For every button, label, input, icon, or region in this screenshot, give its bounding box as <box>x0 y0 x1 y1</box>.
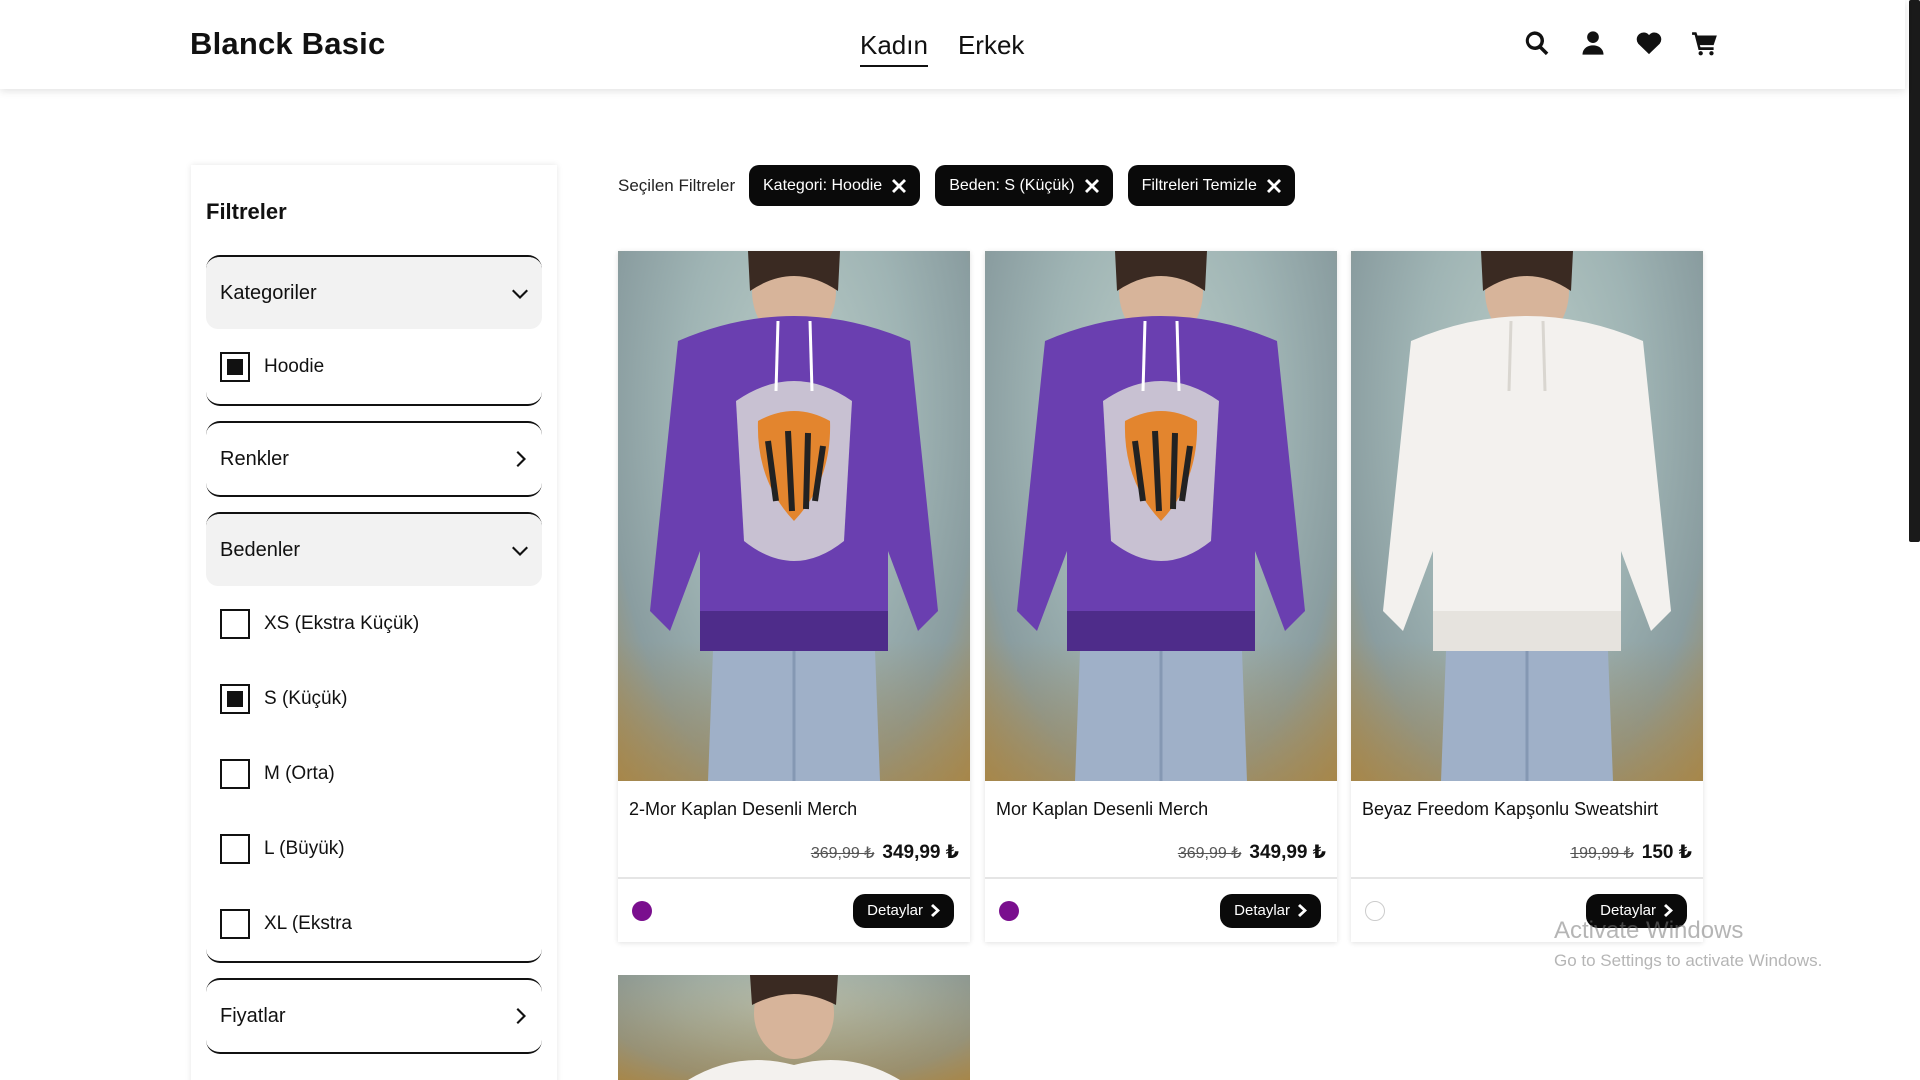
product-prices: 369,99 ₺ 349,99 ₺ <box>985 829 1337 877</box>
option-label: L (Büyük) <box>264 837 345 859</box>
close-icon[interactable] <box>1266 178 1281 193</box>
product-name[interactable]: Mor Kaplan Desenli Merch <box>985 781 1337 829</box>
chevron-down-icon <box>512 542 528 558</box>
header-actions <box>1522 28 1720 58</box>
details-button[interactable]: Detaylar <box>1220 893 1321 928</box>
watermark-subtitle: Go to Settings to activate Windows. <box>1554 951 1823 970</box>
product-card[interactable]: 2-Mor Kaplan Desenli Merch 369,99 ₺ 349,… <box>618 251 970 942</box>
option-size-m: M (Orta) <box>206 736 542 811</box>
categories-label: Kategoriler <box>220 281 317 304</box>
details-button[interactable]: Detaylar <box>853 893 954 928</box>
checkbox-hoodie[interactable] <box>220 351 250 382</box>
filter-sidebar: Filtreler Kategoriler Hoodie Renkler Bed… <box>191 165 557 1080</box>
cart-icon[interactable] <box>1690 28 1720 58</box>
product-image[interactable] <box>618 975 970 1080</box>
checkbox-size-s[interactable] <box>220 683 250 714</box>
option-label: XS (Ekstra Küçük) <box>264 612 420 634</box>
product-prices: 369,99 ₺ 349,99 ₺ <box>618 829 970 877</box>
old-price: 369,99 ₺ <box>810 845 875 862</box>
sizes-label: Bedenler <box>220 538 301 561</box>
chip-size-s[interactable]: Beden: S (Küçük) <box>935 165 1113 206</box>
product-name[interactable]: Beyaz Freedom Kapşonlu Sweatshirt <box>1351 781 1703 829</box>
chevron-right-icon <box>931 904 940 917</box>
details-button-label: Detaylar <box>867 902 923 919</box>
chip-label: Beden: S (Küçük) <box>949 176 1075 194</box>
option-size-l: L (Büyük) <box>206 811 542 886</box>
filter-group-sizes: Bedenler XS (Ekstra Küçük) S (Küçük) M (… <box>206 512 542 963</box>
colors-toggle[interactable]: Renkler <box>206 423 542 495</box>
chip-label: Filtreleri Temizle <box>1141 176 1257 194</box>
site-header: Blanck Basic Kadın Erkek <box>0 0 1905 89</box>
option-label: Hoodie <box>264 355 325 377</box>
checkbox-size-xl[interactable] <box>220 908 250 939</box>
windows-activation-watermark: Activate Windows Go to Settings to activ… <box>1554 917 1822 971</box>
page-scrollbar[interactable] <box>1905 0 1920 1080</box>
user-icon[interactable] <box>1578 28 1608 58</box>
current-price: 349,99 ₺ <box>882 842 959 863</box>
main-nav: Kadın Erkek <box>860 30 1024 67</box>
categories-toggle[interactable]: Kategoriler <box>206 257 542 329</box>
color-swatch[interactable] <box>1365 900 1385 921</box>
product-footer: Detaylar <box>985 877 1337 942</box>
checkbox-size-m[interactable] <box>220 758 250 789</box>
close-icon[interactable] <box>892 178 907 193</box>
search-icon[interactable] <box>1522 28 1552 58</box>
site-logo[interactable]: Blanck Basic <box>190 26 385 62</box>
option-size-xs: XS (Ekstra Küçük) <box>206 586 542 661</box>
checkbox-size-xs[interactable] <box>220 608 250 639</box>
product-image[interactable] <box>618 251 970 781</box>
filter-group-colors: Renkler <box>206 421 542 497</box>
colors-label: Renkler <box>220 447 289 470</box>
chevron-right-icon <box>512 451 528 467</box>
filter-group-prices: Fiyatlar <box>206 978 542 1054</box>
option-label: M (Orta) <box>264 762 335 784</box>
product-card[interactable]: Mor Kaplan Desenli Merch 369,99 ₺ 349,99… <box>985 251 1337 942</box>
option-label: XL (Ekstra <box>264 912 352 934</box>
product-card[interactable] <box>618 975 970 1080</box>
chevron-right-icon <box>1664 904 1673 917</box>
product-footer: Detaylar <box>618 877 970 942</box>
nav-link-erkek[interactable]: Erkek <box>958 30 1024 67</box>
option-size-xl: XL (Ekstra <box>206 886 542 961</box>
product-prices: 199,99 ₺ 150 ₺ <box>1351 829 1703 877</box>
details-button-label: Detaylar <box>1234 902 1290 919</box>
nav-link-kadin[interactable]: Kadın <box>860 30 928 67</box>
product-image[interactable] <box>985 251 1337 781</box>
color-swatch[interactable] <box>632 900 652 921</box>
chip-clear-filters[interactable]: Filtreleri Temizle <box>1127 165 1295 206</box>
current-price: 150 ₺ <box>1641 842 1692 863</box>
sizes-toggle[interactable]: Bedenler <box>206 514 542 586</box>
chevron-down-icon <box>512 285 528 301</box>
chevron-right-icon <box>1298 904 1307 917</box>
prices-label: Fiyatlar <box>220 1004 286 1027</box>
close-icon[interactable] <box>1084 178 1099 193</box>
checkbox-size-l[interactable] <box>220 833 250 864</box>
option-label: S (Küçük) <box>264 687 348 709</box>
option-size-s: S (Küçük) <box>206 661 542 736</box>
color-swatch[interactable] <box>999 900 1019 921</box>
prices-toggle[interactable]: Fiyatlar <box>206 980 542 1052</box>
old-price: 369,99 ₺ <box>1177 845 1242 862</box>
sidebar-title: Filtreler <box>206 199 287 224</box>
chip-category-hoodie[interactable]: Kategori: Hoodie <box>749 165 921 206</box>
scrollbar-thumb[interactable] <box>1909 0 1920 542</box>
old-price: 199,99 ₺ <box>1570 845 1634 862</box>
option-hoodie: Hoodie <box>206 329 542 404</box>
current-price: 349,99 ₺ <box>1249 842 1326 863</box>
selected-filters-label: Seçilen Filtreler <box>618 176 736 195</box>
chevron-right-icon <box>512 1008 528 1024</box>
product-image[interactable] <box>1351 251 1703 781</box>
filter-group-categories: Kategoriler Hoodie <box>206 255 542 406</box>
watermark-title: Activate Windows <box>1554 917 1744 944</box>
heart-icon[interactable] <box>1634 28 1664 58</box>
product-name[interactable]: 2-Mor Kaplan Desenli Merch <box>618 781 970 829</box>
chip-label: Kategori: Hoodie <box>763 176 883 194</box>
product-card[interactable]: Beyaz Freedom Kapşonlu Sweatshirt 199,99… <box>1351 251 1703 942</box>
selected-filter-chips: Kategori: Hoodie Beden: S (Küçük) Filtre… <box>749 165 1295 206</box>
